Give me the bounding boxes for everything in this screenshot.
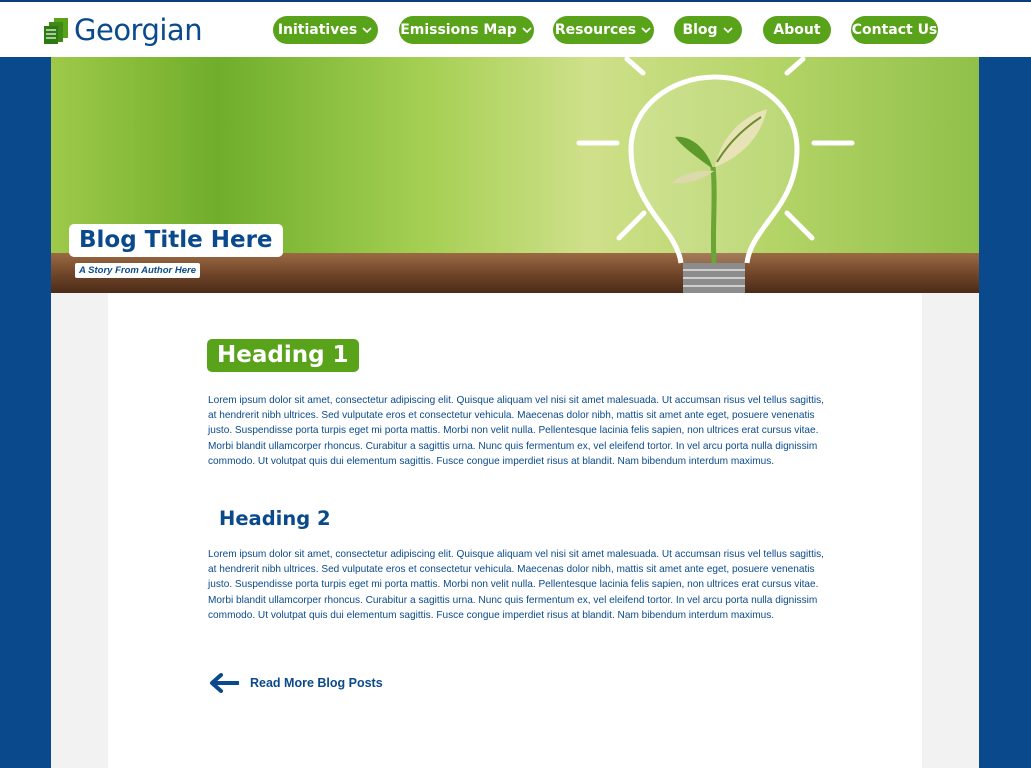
- paragraph-1: Lorem ipsum dolor sit amet, consectetur …: [208, 395, 824, 467]
- nav-label: Initiatives: [277, 22, 358, 38]
- nav-label: Emissions Map: [400, 22, 517, 38]
- page-content: Blog Title Here A Story From Author Here…: [51, 57, 979, 768]
- paragraph-2: Lorem ipsum dolor sit amet, consectetur …: [208, 549, 824, 621]
- chevron-down-icon: [362, 27, 372, 34]
- logo-text: Georgian: [74, 13, 203, 47]
- nav-contact-us[interactable]: Contact Us: [851, 16, 938, 44]
- nav-label: Resources: [554, 22, 637, 38]
- article-body: Heading 1 Lorem ipsum dolor sit amet, co…: [108, 293, 922, 768]
- chevron-down-icon: [641, 27, 651, 34]
- heading-1: Heading 1: [207, 339, 359, 372]
- read-more-link[interactable]: Read More Blog Posts: [209, 673, 383, 693]
- blog-author-subtitle: A Story From Author Here: [75, 263, 201, 278]
- chevron-down-icon: [722, 27, 733, 34]
- nav-resources[interactable]: Resources: [553, 16, 654, 44]
- logo-mark-icon: [44, 16, 70, 44]
- read-more-label: Read More Blog Posts: [250, 676, 383, 690]
- heading-2: Heading 2: [219, 507, 331, 530]
- nav-emissions-map[interactable]: Emissions Map: [399, 16, 534, 44]
- lightbulb-seedling-icon: [576, 57, 855, 293]
- hero-banner: Blog Title Here A Story From Author Here: [51, 57, 979, 293]
- blog-title: Blog Title Here: [69, 224, 283, 257]
- nav-label: About: [773, 22, 821, 38]
- nav-label: Contact Us: [851, 22, 938, 38]
- nav-label: Blog: [682, 22, 718, 38]
- top-navigation-bar: Georgian Initiatives Emissions Map Resou…: [0, 0, 1031, 57]
- nav-initiatives[interactable]: Initiatives: [273, 16, 378, 44]
- georgian-logo[interactable]: Georgian: [44, 12, 203, 48]
- chevron-down-icon: [522, 27, 532, 34]
- nav-about[interactable]: About: [763, 16, 831, 44]
- arrow-left-icon: [210, 673, 239, 693]
- nav-blog[interactable]: Blog: [674, 16, 742, 44]
